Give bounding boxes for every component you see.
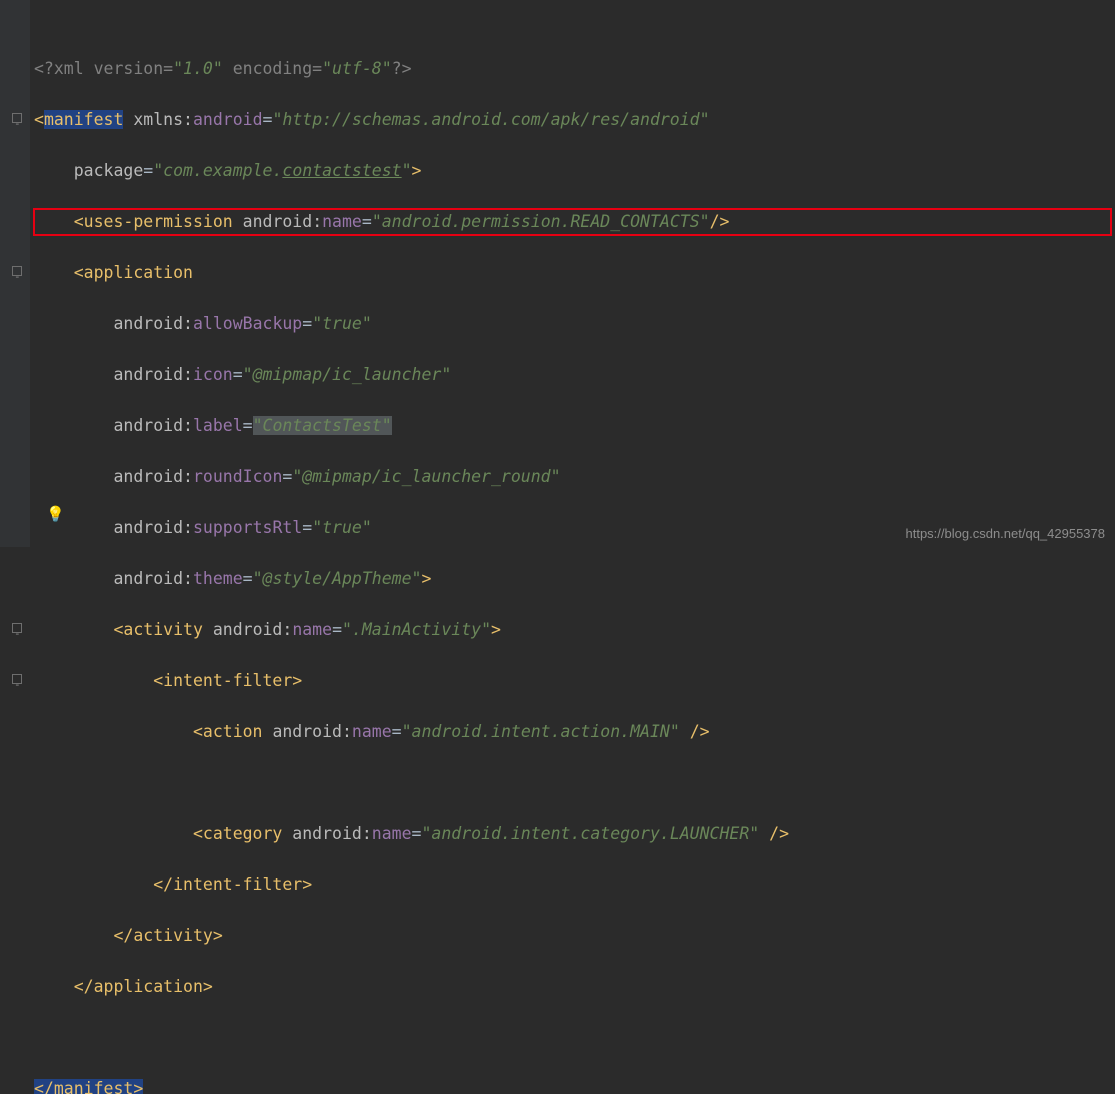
fold-icon[interactable]	[12, 266, 22, 276]
code-line[interactable]: </application>	[34, 974, 1111, 1000]
code-line[interactable]: android:roundIcon="@mipmap/ic_launcher_r…	[34, 464, 1111, 490]
lightbulb-icon[interactable]: 💡	[46, 505, 65, 523]
manifest-close-tag: manifest	[54, 1079, 133, 1094]
code-line[interactable]: <application	[34, 260, 1111, 286]
code-editor[interactable]: <?xml version="1.0" encoding="utf-8"?> <…	[30, 0, 1115, 1094]
code-line[interactable]: android:label="ContactsTest"	[34, 413, 1111, 439]
code-line[interactable]	[34, 1025, 1111, 1051]
code-line[interactable]: </manifest>	[34, 1076, 1111, 1094]
highlighted-line-uses-permission[interactable]: <uses-permission android:name="android.p…	[34, 209, 1111, 235]
code-line[interactable]: android:allowBackup="true"	[34, 311, 1111, 337]
code-line[interactable]: <activity android:name=".MainActivity">	[34, 617, 1111, 643]
code-line[interactable]: </intent-filter>	[34, 872, 1111, 898]
code-line[interactable]: </activity>	[34, 923, 1111, 949]
watermark-text: https://blog.csdn.net/qq_42955378	[906, 526, 1106, 541]
code-line[interactable]: <category android:name="android.intent.c…	[34, 821, 1111, 847]
manifest-open-tag: manifest	[44, 110, 123, 129]
code-line[interactable]	[34, 770, 1111, 796]
code-line[interactable]: <?xml version="1.0" encoding="utf-8"?>	[34, 56, 1111, 82]
code-line[interactable]: package="com.example.contactstest">	[34, 158, 1111, 184]
code-line[interactable]: <manifest xmlns:android="http://schemas.…	[34, 107, 1111, 133]
fold-icon[interactable]	[12, 113, 22, 123]
code-line[interactable]: <action android:name="android.intent.act…	[34, 719, 1111, 745]
code-line[interactable]: android:icon="@mipmap/ic_launcher"	[34, 362, 1111, 388]
xml-pi: <?	[34, 59, 54, 78]
code-line[interactable]: android:theme="@style/AppTheme">	[34, 566, 1111, 592]
code-line[interactable]: <intent-filter>	[34, 668, 1111, 694]
fold-icon[interactable]	[12, 623, 22, 633]
fold-icon[interactable]	[12, 674, 22, 684]
